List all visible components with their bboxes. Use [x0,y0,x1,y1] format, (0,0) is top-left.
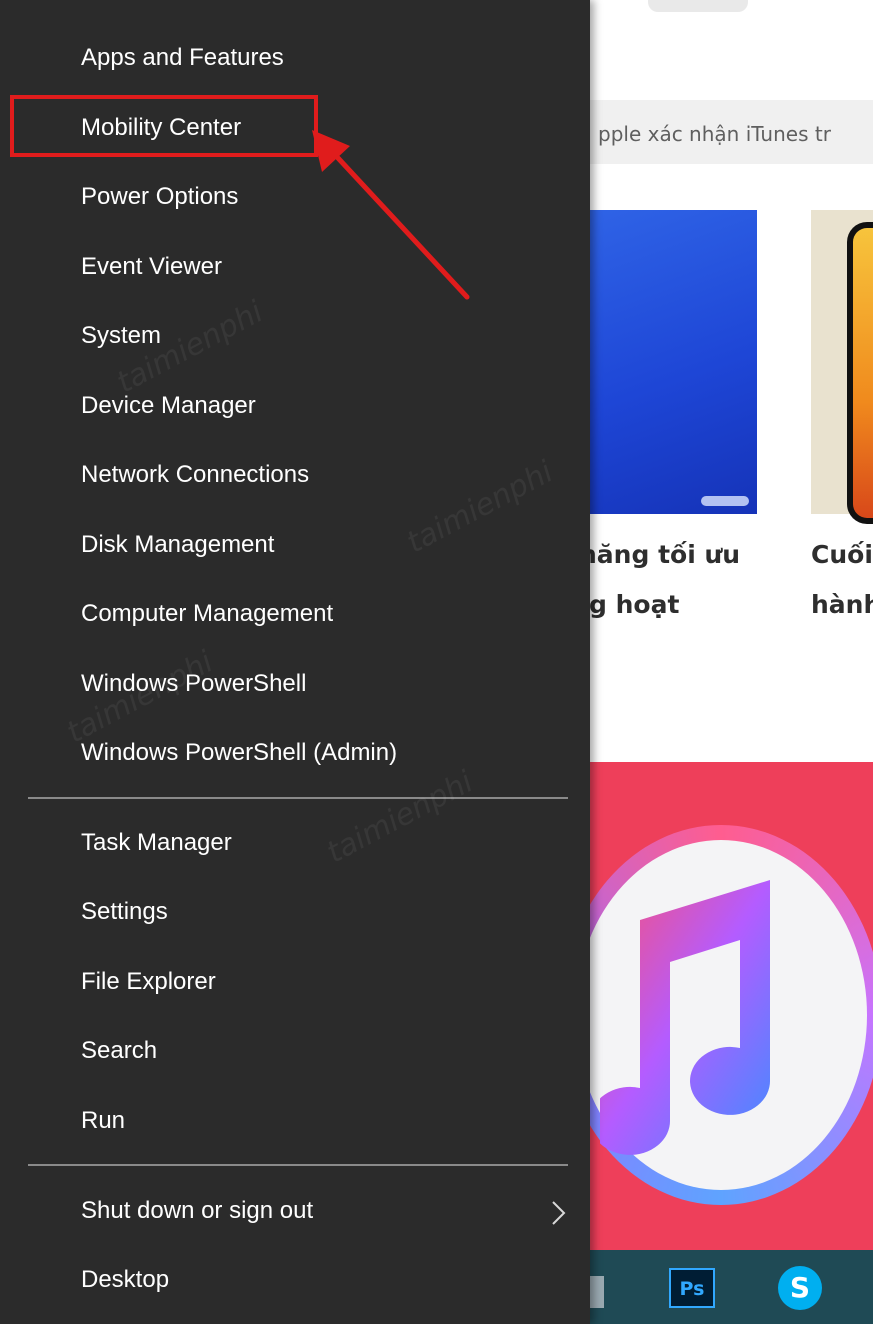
article-thumbnail-1[interactable] [590,210,757,514]
menu-separator [28,797,568,799]
menu-item-search[interactable]: Search [0,1018,590,1084]
article-title-1-line2[interactable]: g hoạt [589,590,679,619]
menu-item-task-manager[interactable]: Task Manager [0,810,590,876]
taskbar [560,1250,873,1324]
taskbar-app-icon[interactable] [590,1276,604,1308]
menu-item-windows-powershell[interactable]: Windows PowerShell [0,651,590,717]
menu-item-settings[interactable]: Settings [0,879,590,945]
quick-link-menu: Apps and Features Mobility Center Power … [0,0,590,1324]
menu-item-system[interactable]: System [0,303,590,369]
article-thumbnail-2[interactable] [811,210,873,524]
chevron-right-icon [552,1201,566,1225]
article-title-2-line1[interactable]: Cuối [811,540,873,569]
menu-item-computer-management[interactable]: Computer Management [0,581,590,647]
menu-separator [28,1164,568,1166]
menu-item-desktop[interactable]: Desktop [0,1247,590,1313]
thumbnail-watermark [701,496,749,506]
menu-item-disk-management[interactable]: Disk Management [0,512,590,578]
article-title-2-line2[interactable]: hành [811,590,873,619]
article-title-1-line1[interactable]: năng tối ưu [579,540,740,569]
menu-item-mobility-center[interactable]: Mobility Center [0,95,590,161]
skype-icon[interactable]: S [778,1266,822,1310]
photoshop-icon[interactable]: Ps [669,1268,715,1308]
menu-item-shut-down-or-sign-out[interactable]: Shut down or sign out [0,1178,590,1244]
menu-item-run[interactable]: Run [0,1088,590,1154]
article-search-text: pple xác nhận iTunes tr [598,122,831,146]
menu-item-network-connections[interactable]: Network Connections [0,442,590,508]
menu-item-windows-powershell-admin[interactable]: Windows PowerShell (Admin) [0,720,590,786]
menu-item-event-viewer[interactable]: Event Viewer [0,234,590,300]
menu-item-device-manager[interactable]: Device Manager [0,373,590,439]
phone-image [847,222,873,524]
menu-item-file-explorer[interactable]: File Explorer [0,949,590,1015]
menu-item-power-options[interactable]: Power Options [0,164,590,230]
header-logo-fragment [648,0,748,12]
menu-item-apps-and-features[interactable]: Apps and Features [0,25,590,91]
music-note-icon [600,880,771,1155]
